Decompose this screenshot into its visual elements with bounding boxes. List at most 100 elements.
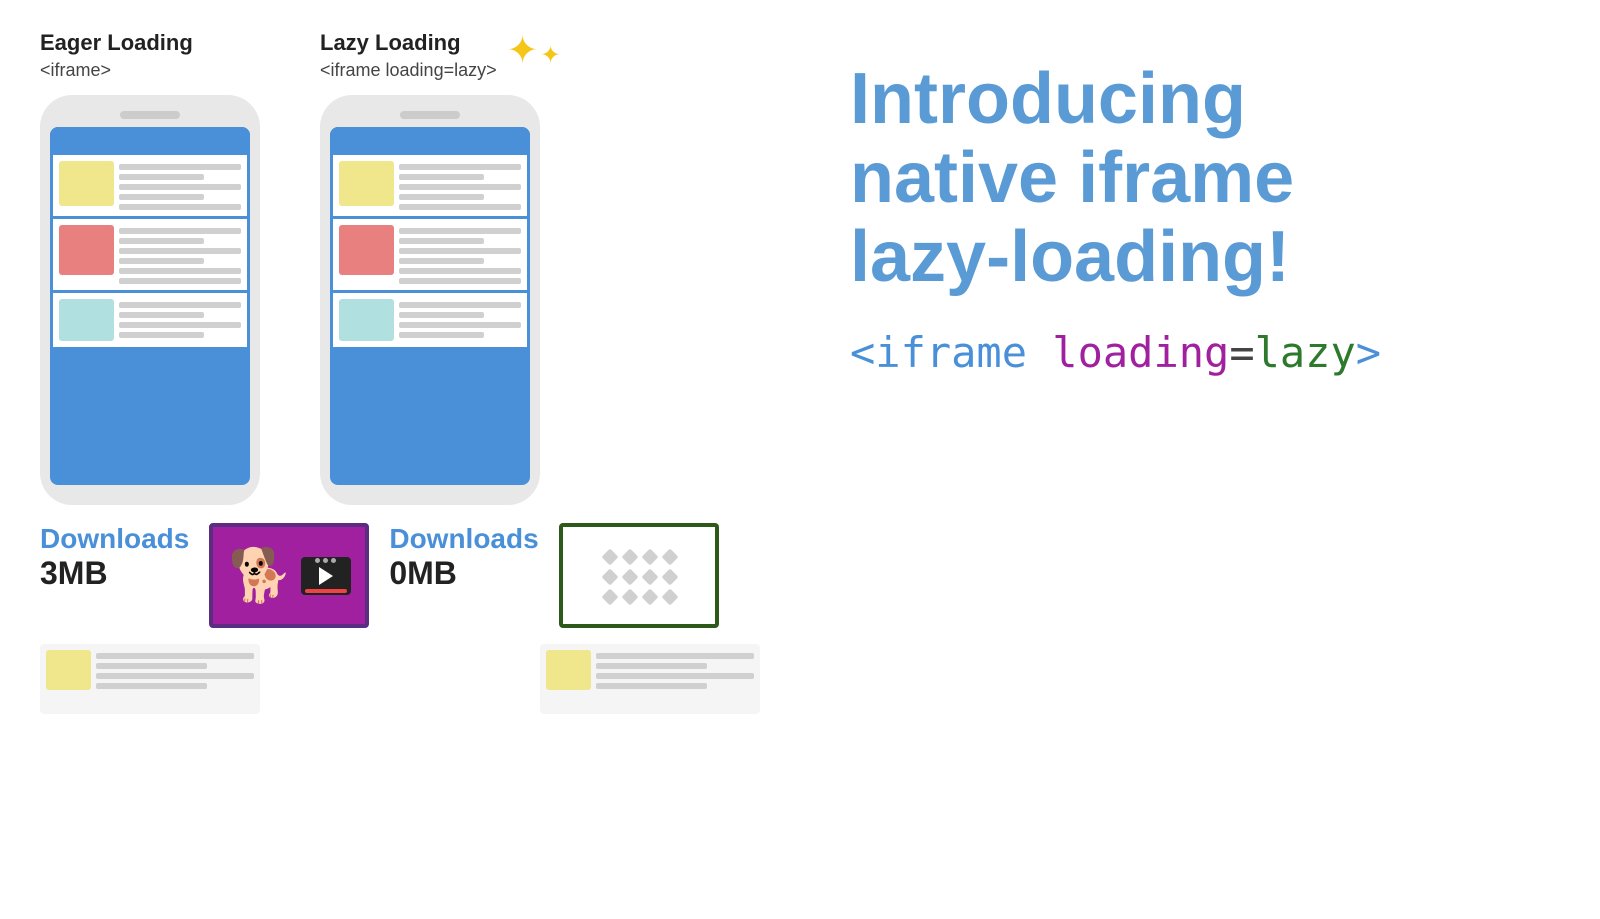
lazy-iframe-preview <box>559 523 719 628</box>
line <box>119 302 241 308</box>
card-image-cyan <box>59 299 114 341</box>
line <box>119 238 204 244</box>
spinner-container <box>563 527 715 624</box>
code-lazy-value: lazy <box>1255 328 1356 377</box>
line <box>399 312 484 318</box>
card-2 <box>53 219 247 290</box>
lazy-phone-group: Lazy Loading <iframe loading=lazy> ✦ ✦ <box>320 30 561 505</box>
lazy-card-image-cyan <box>339 299 394 341</box>
line <box>399 238 484 244</box>
loading-spinner-icon <box>599 546 679 606</box>
eager-subtitle: <iframe> <box>40 60 111 81</box>
video-dots-row <box>315 558 336 563</box>
phone-header-bar <box>50 127 250 155</box>
card-3 <box>53 293 247 347</box>
lazy-card-3 <box>333 293 527 347</box>
video-dot <box>323 558 328 563</box>
line <box>399 248 521 254</box>
line <box>96 673 254 679</box>
lazy-extra-card <box>540 644 760 714</box>
line <box>119 322 241 328</box>
extra-card-lines <box>96 650 254 689</box>
code-text: <iframe loading=lazy> <box>850 328 1381 377</box>
phone-notch-lazy <box>400 111 460 119</box>
play-button-icon <box>319 567 333 585</box>
line <box>96 683 207 689</box>
line <box>119 184 241 190</box>
intro-line3: lazy-loading! <box>850 218 1294 297</box>
card-1 <box>53 155 247 216</box>
main-container: Eager Loading <iframe> <box>0 0 1600 919</box>
lazy-title: Lazy Loading <box>320 30 497 56</box>
extra-card-lines-lazy <box>596 650 754 689</box>
lazy-phone-screen <box>330 127 530 485</box>
line <box>119 332 204 338</box>
line <box>399 194 484 200</box>
sparkle-icon-small: ✦ <box>540 44 560 68</box>
code-loading-attr: loading <box>1052 328 1229 377</box>
lazy-downloads-size: 0MB <box>389 555 457 592</box>
card-image-yellow <box>59 161 114 206</box>
eager-phone-screen <box>50 127 250 485</box>
line <box>399 184 521 190</box>
line <box>399 268 521 274</box>
phones-row: Eager Loading <iframe> <box>40 30 790 505</box>
line <box>399 164 521 170</box>
line <box>119 268 241 274</box>
line <box>399 302 521 308</box>
line <box>399 322 521 328</box>
lazy-subtitle: <iframe loading=lazy> <box>320 60 497 81</box>
eager-title: Eager Loading <box>40 30 193 56</box>
line <box>596 663 707 669</box>
sparkle-icon-large: ✦ <box>507 32 539 70</box>
line <box>119 204 241 210</box>
lazy-card-lines-1 <box>399 161 521 210</box>
line <box>119 164 241 170</box>
line <box>399 204 521 210</box>
line <box>399 332 484 338</box>
video-dot <box>315 558 320 563</box>
lazy-card-image-yellow <box>339 161 394 206</box>
line <box>119 194 204 200</box>
line <box>596 673 754 679</box>
lazy-phone <box>320 95 540 505</box>
line <box>119 228 241 234</box>
line <box>119 258 204 264</box>
line <box>119 278 241 284</box>
line <box>96 663 207 669</box>
extra-card-image <box>46 650 91 690</box>
intro-line1: Introducing <box>850 60 1294 139</box>
eager-iframe-preview: 🐕 <box>209 523 369 628</box>
eager-phone <box>40 95 260 505</box>
intro-text: Introducing native iframe lazy-loading! <box>850 60 1294 298</box>
right-section: Introducing native iframe lazy-loading! … <box>790 30 1560 377</box>
code-iframe-prefix: <iframe <box>850 328 1052 377</box>
code-suffix: > <box>1356 328 1381 377</box>
eager-downloads-label: Downloads <box>40 523 189 555</box>
code-equals: = <box>1229 328 1254 377</box>
line <box>119 248 241 254</box>
card-lines-2 <box>119 225 241 284</box>
eager-extra-card <box>40 644 260 714</box>
line <box>399 258 484 264</box>
line <box>96 653 254 659</box>
eager-download-info: Downloads 3MB <box>40 523 189 592</box>
dog-icon: 🐕 <box>228 550 293 602</box>
lazy-downloads-label: Downloads <box>389 523 538 555</box>
downloads-section: Downloads 3MB 🐕 <box>40 523 790 628</box>
line <box>399 174 484 180</box>
line <box>596 653 754 659</box>
lazy-card-1 <box>333 155 527 216</box>
card-image-red <box>59 225 114 275</box>
lazy-download-info: Downloads 0MB <box>389 523 538 592</box>
line <box>399 228 521 234</box>
card-lines-1 <box>119 161 241 210</box>
line <box>596 683 707 689</box>
line <box>119 174 204 180</box>
video-icon-box <box>301 557 351 595</box>
intro-line2: native iframe <box>850 139 1294 218</box>
lazy-card-lines-2 <box>399 225 521 284</box>
phone-notch <box>120 111 180 119</box>
video-progress-bar <box>305 589 347 593</box>
line <box>119 312 204 318</box>
